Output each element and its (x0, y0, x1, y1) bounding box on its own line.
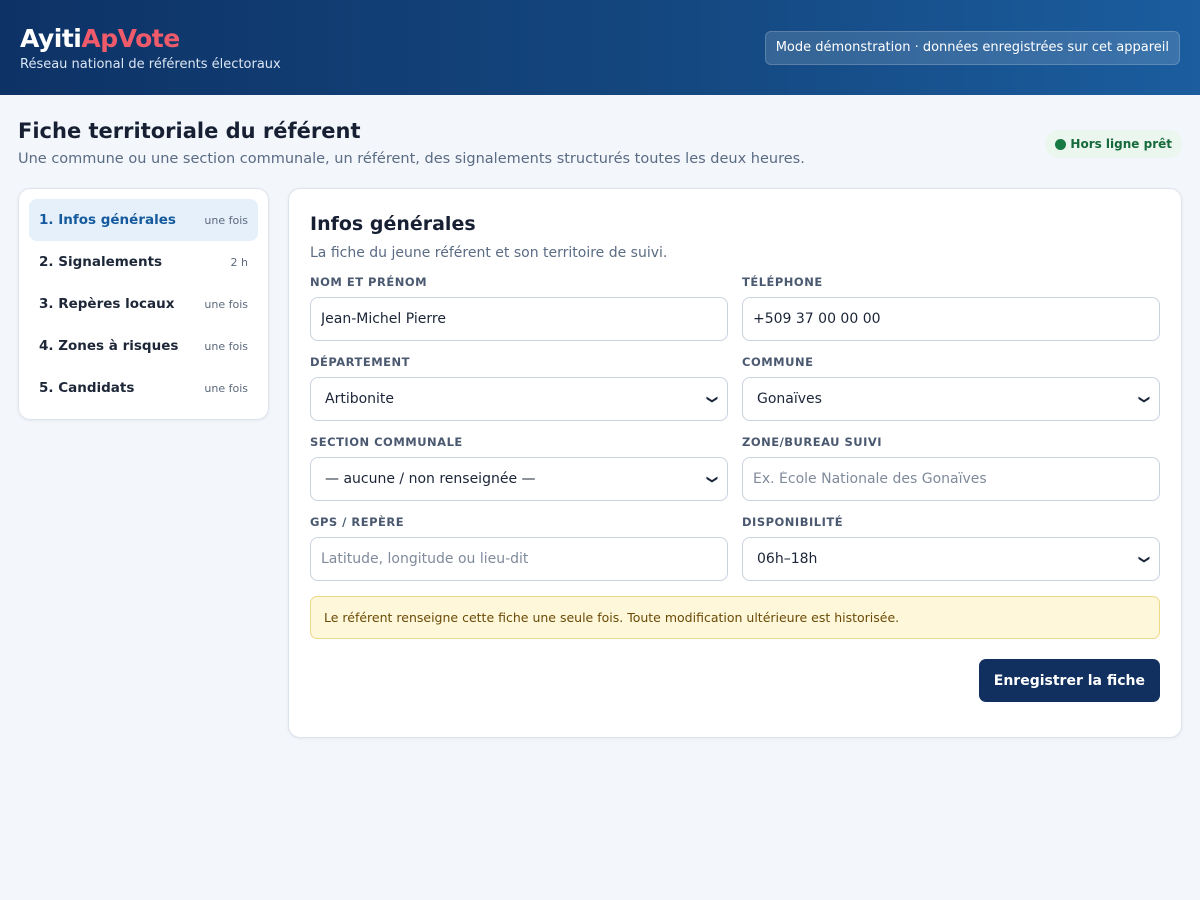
form-grid: NOM ET PRÉNOM TÉLÉPHONE DÉPARTEMENT Arti… (310, 275, 1160, 595)
form-subtitle: La fiche du jeune référent et son territ… (310, 245, 668, 261)
brand: AyitiApVote Réseau national de référents… (20, 24, 281, 72)
app-logo[interactable]: AyitiApVote (20, 24, 281, 54)
nav-item-signalements[interactable]: 2. Signalements 2 h (29, 241, 258, 283)
nav-item-frequency: une fois (204, 381, 248, 395)
offline-status-badge: Hors ligne prêt (1045, 130, 1182, 158)
nav-item-reperes-locaux[interactable]: 3. Repères locaux une fois (29, 283, 258, 325)
nav-item-frequency: une fois (204, 339, 248, 353)
field-phone: TÉLÉPHONE (742, 275, 1160, 341)
name-input[interactable] (310, 297, 728, 341)
select-value: Gonaïves (757, 391, 822, 407)
page-header: Fiche territoriale du référent Une commu… (0, 95, 1200, 167)
nav-item-zones-a-risques[interactable]: 4. Zones à risques une fois (29, 325, 258, 367)
select-value: 06h–18h (757, 551, 818, 567)
field-label: TÉLÉPHONE (742, 275, 823, 289)
section-select[interactable]: — aucune / non renseignée — ❯ (310, 457, 728, 501)
zone-input[interactable] (742, 457, 1160, 501)
top-bar: AyitiApVote Réseau national de référents… (0, 0, 1200, 95)
status-dot-icon (1055, 138, 1067, 150)
form-panel: Infos générales La fiche du jeune référe… (288, 188, 1182, 738)
field-label: ZONE/BUREAU SUIVI (742, 435, 883, 449)
select-value: — aucune / non renseignée — (325, 471, 536, 487)
nav-item-frequency: une fois (204, 297, 248, 311)
gps-input[interactable] (310, 537, 728, 581)
chevron-down-icon: ❯ (705, 474, 719, 484)
field-department: DÉPARTEMENT Artibonite ❯ (310, 355, 728, 421)
nav-item-candidats[interactable]: 5. Candidats une fois (29, 367, 258, 409)
brand-name-part2: ApVote (81, 23, 180, 53)
field-name: NOM ET PRÉNOM (310, 275, 728, 341)
nav-item-label: 5. Candidats (39, 380, 135, 396)
brand-name-part1: Ayiti (20, 23, 82, 53)
field-label: NOM ET PRÉNOM (310, 275, 428, 289)
availability-select[interactable]: 06h–18h ❯ (742, 537, 1160, 581)
field-label: DISPONIBILITÉ (742, 515, 844, 529)
main-content: 1. Infos générales une fois 2. Signaleme… (0, 167, 1200, 738)
field-zone: ZONE/BUREAU SUIVI (742, 435, 1160, 501)
field-gps: GPS / REPÈRE (310, 515, 728, 581)
page-subtitle: Une commune ou une section communale, un… (18, 151, 805, 167)
section-nav: 1. Infos générales une fois 2. Signaleme… (18, 188, 269, 420)
nav-item-label: 4. Zones à risques (39, 338, 179, 354)
nav-item-frequency: une fois (204, 213, 248, 227)
demo-mode-notice: Mode démonstration · données enregistrée… (764, 30, 1180, 65)
offline-status-label: Hors ligne prêt (1070, 137, 1172, 151)
history-notice: Le référent renseigne cette fiche une se… (310, 596, 1160, 639)
chevron-down-icon: ❯ (1137, 554, 1151, 564)
page-title: Fiche territoriale du référent (18, 119, 361, 143)
nav-item-infos-generales[interactable]: 1. Infos générales une fois (29, 199, 258, 241)
nav-item-label: 3. Repères locaux (39, 296, 175, 312)
field-label: SECTION COMMUNALE (310, 435, 463, 449)
commune-select[interactable]: Gonaïves ❯ (742, 377, 1160, 421)
department-select[interactable]: Artibonite ❯ (310, 377, 728, 421)
field-label: DÉPARTEMENT (310, 355, 410, 369)
field-commune: COMMUNE Gonaïves ❯ (742, 355, 1160, 421)
select-value: Artibonite (325, 391, 395, 407)
nav-item-label: 1. Infos générales (39, 212, 176, 228)
brand-tagline: Réseau national de référents électoraux (20, 56, 281, 72)
field-label: COMMUNE (742, 355, 814, 369)
field-availability: DISPONIBILITÉ 06h–18h ❯ (742, 515, 1160, 581)
form-title: Infos générales (310, 213, 476, 235)
chevron-down-icon: ❯ (1137, 394, 1151, 404)
phone-input[interactable] (742, 297, 1160, 341)
save-button[interactable]: Enregistrer la fiche (978, 659, 1160, 702)
chevron-down-icon: ❯ (705, 394, 719, 404)
field-label: GPS / REPÈRE (310, 515, 405, 529)
form-actions: Enregistrer la fiche (310, 659, 1160, 702)
nav-item-frequency: 2 h (230, 255, 248, 269)
field-section: SECTION COMMUNALE — aucune / non renseig… (310, 435, 728, 501)
nav-item-label: 2. Signalements (39, 254, 163, 270)
